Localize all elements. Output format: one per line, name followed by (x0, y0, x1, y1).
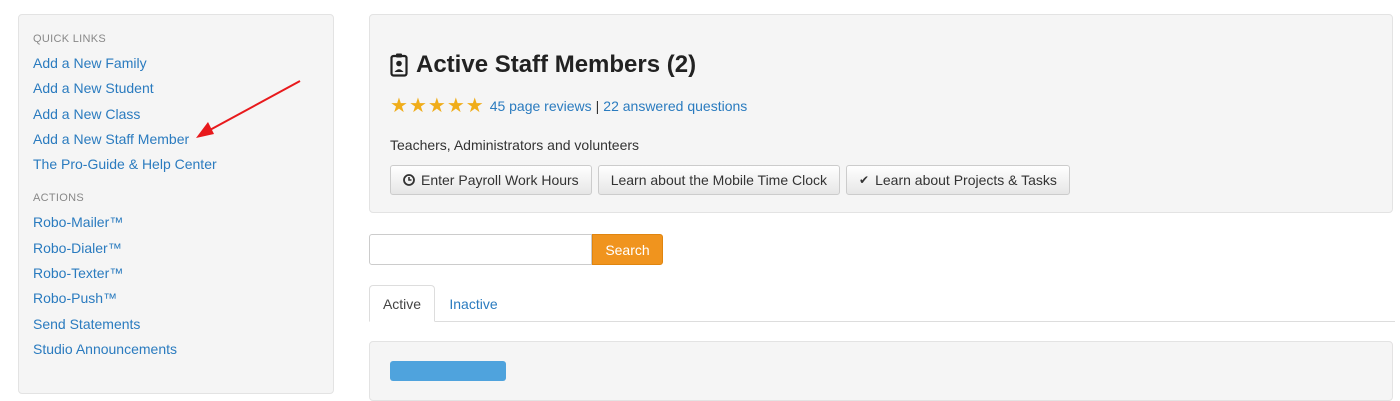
clock-icon (403, 174, 415, 186)
studio-announcements-link[interactable]: Studio Announcements (33, 337, 319, 362)
robo-mailer-link[interactable]: Robo-Mailer™ (33, 210, 319, 235)
staff-list-action-button[interactable] (390, 361, 506, 381)
add-new-student-link[interactable]: Add a New Student (33, 76, 319, 101)
star-icon: ★ (427, 95, 446, 117)
star-icon: ★ (408, 95, 427, 117)
mobile-time-clock-button[interactable]: Learn about the Mobile Time Clock (597, 165, 841, 195)
projects-tasks-label: Learn about Projects & Tasks (875, 172, 1057, 188)
tab-active[interactable]: Active (369, 285, 435, 322)
send-statements-link[interactable]: Send Statements (33, 312, 319, 337)
star-icon: ★ (465, 95, 484, 117)
add-new-family-link[interactable]: Add a New Family (33, 51, 319, 76)
star-icon: ★ (446, 95, 465, 117)
search-button[interactable]: Search (592, 234, 663, 265)
robo-dialer-link[interactable]: Robo-Dialer™ (33, 236, 319, 261)
header-button-row: Enter Payroll Work Hours Learn about the… (390, 165, 1070, 195)
rating-row: ★ ★ ★ ★ ★ 45 page reviews | 22 answered … (390, 96, 747, 116)
answered-questions-link[interactable]: 22 answered questions (603, 98, 747, 114)
page-subtitle: Teachers, Administrators and volunteers (390, 137, 640, 153)
tab-inactive[interactable]: Inactive (436, 285, 511, 322)
enter-payroll-hours-button[interactable]: Enter Payroll Work Hours (390, 165, 592, 195)
checkmark-icon: ✔ (859, 173, 870, 187)
mobile-time-clock-label: Learn about the Mobile Time Clock (610, 172, 828, 188)
add-new-class-link[interactable]: Add a New Class (33, 102, 319, 127)
quick-links-title: QUICK LINKS (33, 33, 106, 45)
sidebar: QUICK LINKS Add a New Family Add a New S… (18, 14, 334, 394)
robo-push-link[interactable]: Robo-Push™ (33, 286, 319, 311)
tabs-divider (369, 321, 1395, 322)
search-input[interactable] (369, 234, 592, 265)
add-new-staff-member-link[interactable]: Add a New Staff Member (33, 127, 319, 152)
page-title-text: Active Staff Members (2) (416, 51, 697, 78)
pro-guide-help-center-link[interactable]: The Pro-Guide & Help Center (33, 152, 319, 177)
staff-list-panel (369, 341, 1393, 401)
page-reviews-link[interactable]: 45 page reviews (490, 98, 592, 114)
enter-payroll-hours-label: Enter Payroll Work Hours (421, 172, 579, 188)
robo-texter-link[interactable]: Robo-Texter™ (33, 261, 319, 286)
star-rating: ★ ★ ★ ★ ★ (390, 96, 484, 116)
separator: | (595, 98, 600, 114)
star-icon: ★ (390, 95, 408, 117)
id-badge-icon (390, 53, 408, 77)
page-title: Active Staff Members (2) (390, 51, 696, 79)
staff-header-panel: Active Staff Members (2) ★ ★ ★ ★ ★ 45 pa… (369, 14, 1393, 213)
actions-title: ACTIONS (33, 192, 84, 205)
projects-tasks-button[interactable]: ✔ Learn about Projects & Tasks (846, 165, 1070, 195)
